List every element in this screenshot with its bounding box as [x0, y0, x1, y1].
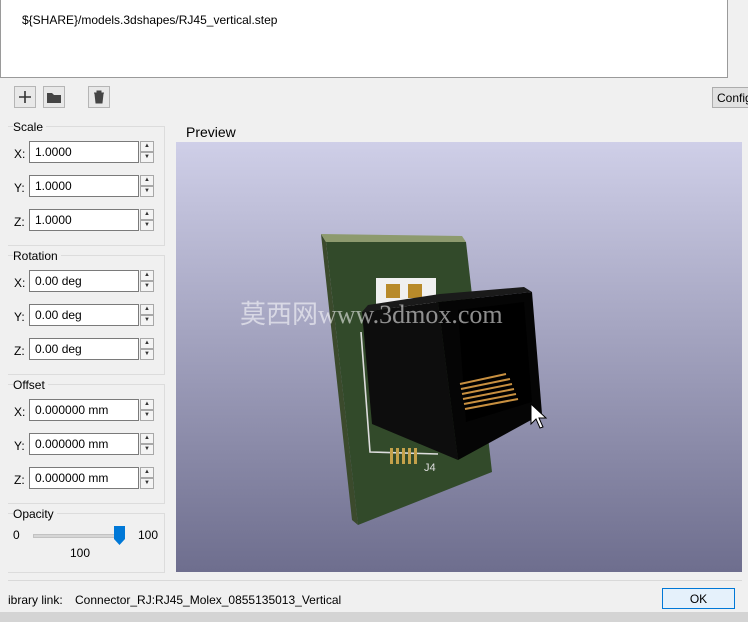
opacity-max-label: 100 — [138, 528, 159, 542]
plus-icon — [19, 91, 31, 103]
reference-label: J4 — [424, 462, 436, 474]
offset-y-input[interactable]: 0.000000 mm — [29, 433, 139, 455]
opacity-group — [8, 513, 165, 573]
spin-up-icon[interactable]: ▲ — [140, 304, 154, 315]
spin-up-icon[interactable]: ▲ — [140, 141, 154, 152]
scale-x-input[interactable]: 1.0000 — [29, 141, 139, 163]
offset-x-input[interactable]: 0.000000 mm — [29, 399, 139, 421]
scale-y-input[interactable]: 1.0000 — [29, 175, 139, 197]
library-link-value: Connector_RJ:RJ45_Molex_0855135013_Verti… — [75, 593, 342, 607]
spin-up-icon[interactable]: ▲ — [140, 467, 154, 478]
offset-y-spinner[interactable]: ▲ ▼ — [140, 433, 154, 455]
rotation-y-label: Y: — [14, 310, 25, 324]
model-file-row[interactable]: ${SHARE}/models.3dshapes/RJ45_vertical.s… — [22, 13, 277, 27]
opacity-slider-thumb[interactable] — [114, 526, 125, 545]
scale-z-input[interactable]: 1.0000 — [29, 209, 139, 231]
opacity-value-label: 100 — [70, 546, 91, 560]
scale-x-spinner[interactable]: ▲ ▼ — [140, 141, 154, 163]
spin-down-icon[interactable]: ▼ — [140, 186, 154, 197]
spin-down-icon[interactable]: ▼ — [140, 152, 154, 163]
offset-y-label: Y: — [14, 439, 25, 453]
spin-down-icon[interactable]: ▼ — [140, 281, 154, 292]
rotation-x-input[interactable]: 0.00 deg — [29, 270, 139, 292]
add-model-button[interactable] — [14, 86, 36, 108]
configure-paths-button[interactable]: Config — [712, 87, 748, 108]
scale-title: Scale — [13, 120, 47, 134]
watermark-text: 莫西网www.3dmox.com — [240, 300, 503, 329]
offset-x-spinner[interactable]: ▲ ▼ — [140, 399, 154, 421]
spin-down-icon[interactable]: ▼ — [140, 349, 154, 360]
rotation-z-input[interactable]: 0.00 deg — [29, 338, 139, 360]
preview-title: Preview — [186, 124, 236, 140]
spin-up-icon[interactable]: ▲ — [140, 270, 154, 281]
spin-down-icon[interactable]: ▼ — [140, 410, 154, 421]
spin-up-icon[interactable]: ▲ — [140, 338, 154, 349]
rotation-y-input[interactable]: 0.00 deg — [29, 304, 139, 326]
rotation-title: Rotation — [13, 249, 61, 263]
scale-x-label: X: — [14, 147, 26, 161]
scale-y-spinner[interactable]: ▲ ▼ — [140, 175, 154, 197]
folder-icon — [47, 93, 61, 103]
scale-z-label: Z: — [14, 215, 25, 229]
opacity-slider-track[interactable] — [33, 534, 125, 538]
rotation-z-label: Z: — [14, 344, 25, 358]
trash-icon — [94, 90, 104, 104]
rotation-y-spinner[interactable]: ▲ ▼ — [140, 304, 154, 326]
window-bottom-strip — [0, 612, 748, 622]
spin-down-icon[interactable]: ▼ — [140, 315, 154, 326]
browse-folder-button[interactable] — [43, 86, 65, 108]
opacity-min-label: 0 — [13, 528, 20, 542]
spin-down-icon[interactable]: ▼ — [140, 478, 154, 489]
opacity-title: Opacity — [13, 507, 57, 521]
3d-preview-canvas[interactable]: J4 — [176, 142, 742, 572]
spin-up-icon[interactable]: ▲ — [140, 433, 154, 444]
offset-z-input[interactable]: 0.000000 mm — [29, 467, 139, 489]
rotation-x-spinner[interactable]: ▲ ▼ — [140, 270, 154, 292]
delete-model-button[interactable] — [88, 86, 110, 108]
offset-title: Offset — [13, 378, 48, 392]
scale-y-label: Y: — [14, 181, 25, 195]
spin-up-icon[interactable]: ▲ — [140, 399, 154, 410]
spin-up-icon[interactable]: ▲ — [140, 209, 154, 220]
model-file-list[interactable]: ${SHARE}/models.3dshapes/RJ45_vertical.s… — [0, 0, 728, 78]
ok-button[interactable]: OK — [662, 588, 735, 609]
spin-up-icon[interactable]: ▲ — [140, 175, 154, 186]
offset-z-label: Z: — [14, 473, 25, 487]
library-link-label: ibrary link: — [8, 593, 63, 607]
scale-z-spinner[interactable]: ▲ ▼ — [140, 209, 154, 231]
rotation-z-spinner[interactable]: ▲ ▼ — [140, 338, 154, 360]
offset-z-spinner[interactable]: ▲ ▼ — [140, 467, 154, 489]
spin-down-icon[interactable]: ▼ — [140, 444, 154, 455]
spin-down-icon[interactable]: ▼ — [140, 220, 154, 231]
rotation-x-label: X: — [14, 276, 26, 290]
3d-model-render: J4 — [321, 234, 548, 525]
offset-x-label: X: — [14, 405, 26, 419]
